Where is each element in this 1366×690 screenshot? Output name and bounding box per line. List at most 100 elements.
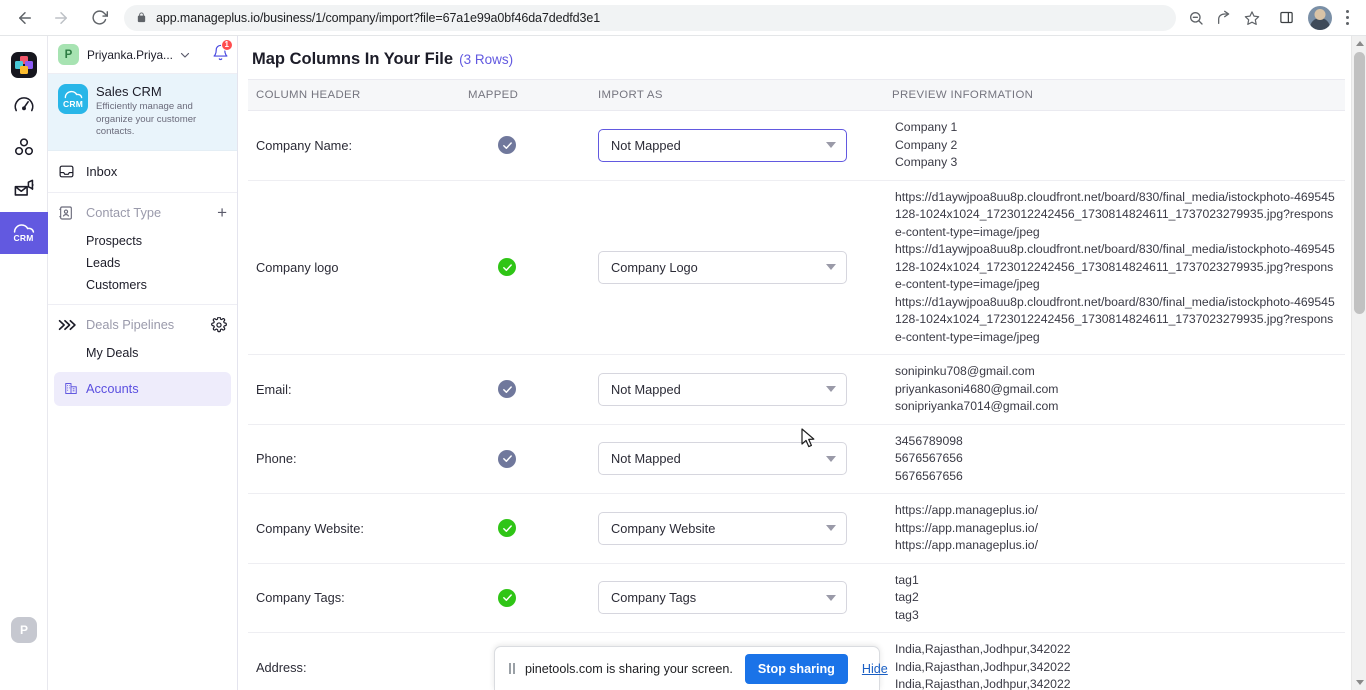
cell-mapped bbox=[460, 493, 590, 564]
chevron-down-icon[interactable] bbox=[826, 525, 836, 532]
notifications-button[interactable]: 1 bbox=[212, 38, 233, 66]
pause-icon[interactable] bbox=[509, 663, 515, 674]
sidebar-item-customers[interactable]: Customers bbox=[48, 274, 237, 296]
back-button[interactable] bbox=[10, 3, 40, 33]
omnibox-actions bbox=[1182, 4, 1266, 32]
url-text: app.manageplus.io/business/1/company/imp… bbox=[156, 10, 601, 25]
zoom-out-icon[interactable] bbox=[1182, 4, 1210, 32]
side-panel-icon[interactable] bbox=[1272, 4, 1300, 32]
sidebar-group-contact-type[interactable]: Contact Type + bbox=[48, 196, 237, 230]
cell-column-header: Company Tags: bbox=[248, 563, 460, 633]
import-as-value: Not Mapped bbox=[611, 451, 681, 467]
import-as-value: Company Logo bbox=[611, 259, 698, 275]
sidebar-item-prospects[interactable]: Prospects bbox=[48, 230, 237, 252]
check-circle-slate-icon bbox=[498, 380, 516, 399]
cell-preview: 3456789098 5676567656 5676567656 bbox=[884, 424, 1345, 494]
import-as-select[interactable]: Not Mapped bbox=[598, 372, 847, 406]
forward-button[interactable] bbox=[46, 3, 76, 33]
chevron-down-icon[interactable] bbox=[179, 49, 191, 61]
preview-line: 3456789098 bbox=[895, 433, 963, 448]
reload-button[interactable] bbox=[84, 3, 114, 33]
import-as-select[interactable]: Company Website bbox=[598, 511, 847, 545]
chevron-down-icon[interactable] bbox=[826, 264, 836, 271]
cell-preview: https://app.manageplus.io/https://app.ma… bbox=[884, 493, 1345, 564]
preview-line: https://d1aywjpoa8uu8p.cloudfront.net/bo… bbox=[895, 294, 1335, 344]
cell-column-header: Email: bbox=[248, 354, 460, 425]
campaign-mail-icon bbox=[13, 178, 35, 205]
crm-cloud-icon: CRM bbox=[13, 223, 35, 243]
rail-item-app-logo[interactable] bbox=[0, 44, 48, 86]
preview-line: Company 3 bbox=[895, 155, 958, 169]
scrollbar-thumb[interactable] bbox=[1354, 52, 1365, 314]
import-as-value: Not Mapped bbox=[611, 381, 681, 397]
app-logo-icon bbox=[10, 52, 37, 78]
scroll-up-button[interactable] bbox=[1352, 36, 1366, 51]
table-header: COLUMN HEADER MAPPED IMPORT AS PREVIEW I… bbox=[248, 79, 1345, 111]
cell-import-as: Not Mapped bbox=[590, 424, 884, 494]
col-header-column-header: COLUMN HEADER bbox=[248, 79, 460, 111]
cell-column-header: Address: bbox=[248, 632, 460, 690]
chrome-menu-icon[interactable] bbox=[1334, 4, 1360, 32]
preview-line: India,Rajasthan,Jodhpur,342022 bbox=[895, 677, 1071, 690]
table-body: Company Name: Not Mapped Company 1 Company … bbox=[248, 110, 1345, 690]
stop-sharing-button[interactable]: Stop sharing bbox=[744, 653, 848, 684]
cell-import-as: Not Mapped bbox=[590, 110, 884, 181]
product-card-title: Sales CRM bbox=[96, 84, 162, 99]
account-switcher[interactable]: P Priyanka.Priya... 1 bbox=[48, 36, 237, 74]
cell-mapped bbox=[460, 180, 590, 355]
preview-line: https://app.manageplus.io/ bbox=[895, 503, 1038, 517]
screen-share-notification: pinetools.com is sharing your screen. St… bbox=[494, 646, 888, 690]
crm-card-icon-label: CRM bbox=[63, 98, 83, 109]
table-row: Company logo Company Logo https://d1aywjpo… bbox=[248, 180, 1345, 355]
rail-item-campaigns[interactable] bbox=[0, 170, 48, 212]
import-as-value: Company Tags bbox=[611, 590, 697, 606]
chevron-down-icon[interactable] bbox=[826, 455, 836, 462]
building-icon bbox=[58, 380, 78, 397]
cell-mapped bbox=[460, 563, 590, 633]
cell-preview: sonipinku708@gmail.com priyankasoni4680@g… bbox=[884, 354, 1345, 425]
sidebar-item-inbox[interactable]: Inbox bbox=[48, 155, 237, 189]
add-contact-type-button[interactable]: + bbox=[217, 204, 227, 221]
chrome-right-controls bbox=[1266, 4, 1366, 32]
vertical-scrollbar[interactable] bbox=[1351, 36, 1366, 690]
contact-card-icon bbox=[58, 205, 78, 221]
cell-column-header: Phone: bbox=[248, 424, 460, 494]
scroll-down-button[interactable] bbox=[1352, 675, 1366, 690]
column-mapping-table: COLUMN HEADER MAPPED IMPORT AS PREVIEW I… bbox=[248, 79, 1345, 690]
cell-column-header: Company logo bbox=[248, 180, 460, 355]
import-as-value: Not Mapped bbox=[611, 137, 681, 153]
product-card-sales-crm[interactable]: CRM Sales CRM Efficiently manage and org… bbox=[48, 74, 237, 151]
import-as-select[interactable]: Not Mapped bbox=[598, 128, 847, 162]
chevron-down-icon[interactable] bbox=[826, 594, 836, 601]
hide-link[interactable]: Hide bbox=[862, 662, 888, 676]
chevron-down-icon[interactable] bbox=[826, 386, 836, 393]
rail-item-dashboard[interactable] bbox=[0, 86, 48, 128]
avatar[interactable] bbox=[1308, 5, 1332, 30]
rail-item-crm[interactable]: CRM bbox=[0, 212, 48, 254]
rail-bottom-avatar[interactable]: P bbox=[11, 617, 37, 643]
cell-preview: https://d1aywjpoa8uu8p.cloudfront.net/bo… bbox=[884, 180, 1345, 355]
import-as-select[interactable]: Company Logo bbox=[598, 250, 847, 284]
sidebar-item-inbox-label: Inbox bbox=[86, 164, 118, 180]
preview-line: 5676567656 bbox=[895, 468, 963, 483]
cell-import-as: Company Website bbox=[590, 493, 884, 564]
preview-line: 5676567656 bbox=[895, 451, 963, 465]
bookmark-star-icon[interactable] bbox=[1238, 4, 1266, 32]
share-icon[interactable] bbox=[1210, 4, 1238, 32]
preview-line: Company 2 bbox=[895, 137, 958, 152]
import-as-value: Company Website bbox=[611, 520, 716, 536]
chevron-down-icon[interactable] bbox=[826, 142, 836, 149]
address-bar[interactable]: app.manageplus.io/business/1/company/imp… bbox=[124, 4, 1176, 31]
import-as-select[interactable]: Company Tags bbox=[598, 581, 847, 615]
preview-line: sonipinku708@gmail.com bbox=[895, 364, 1035, 378]
rail-item-teams[interactable] bbox=[0, 128, 48, 170]
sidebar-group-deals-pipelines[interactable]: Deals Pipelines bbox=[48, 308, 237, 342]
sidebar-item-accounts[interactable]: Accounts bbox=[54, 371, 231, 406]
import-as-select[interactable]: Not Mapped bbox=[598, 442, 847, 476]
cell-column-header: Company Name: bbox=[248, 110, 460, 181]
check-circle-slate-icon bbox=[498, 136, 516, 155]
sidebar-group-deals-label: Deals Pipelines bbox=[86, 317, 175, 333]
sidebar-item-leads[interactable]: Leads bbox=[48, 252, 237, 274]
gear-icon[interactable] bbox=[211, 316, 227, 333]
sidebar-item-my-deals[interactable]: My Deals bbox=[48, 342, 237, 364]
